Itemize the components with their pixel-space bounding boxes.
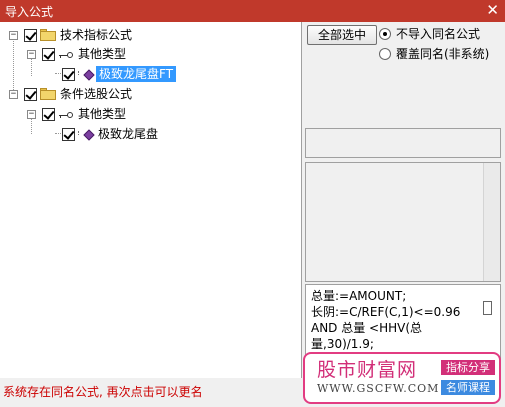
code-line: 量,30)/1.9;	[311, 337, 374, 351]
folder-icon	[40, 29, 56, 41]
description-box	[305, 128, 501, 158]
status-message: 系统存在同名公式, 再次点击可以更名	[3, 385, 203, 399]
code-line: 长阴:=C/REF(C,1)<=0.96	[311, 305, 461, 319]
tree-node-label: 技术指标公式	[60, 28, 133, 42]
formula-gem-icon	[83, 129, 95, 141]
title-bar: 导入公式 ✕	[0, 0, 505, 22]
radio-selected-icon[interactable]	[379, 28, 391, 40]
watermark-title: 股市财富网	[317, 359, 418, 381]
tree-node-technical-indicators[interactable]: − 技术指标公式	[0, 27, 300, 45]
select-all-button[interactable]: 全部选中	[307, 25, 377, 45]
radio-icon[interactable]	[379, 48, 391, 60]
tree-checkbox[interactable]	[62, 68, 75, 81]
collapse-icon[interactable]: −	[9, 90, 18, 99]
watermark-tag: 名师课程	[441, 380, 495, 395]
tree-node-formula[interactable]: 极致龙尾盘FT	[0, 66, 300, 84]
tree-node-label-selected: 极致龙尾盘FT	[96, 66, 177, 82]
key-icon	[59, 111, 73, 119]
tree-node-label: 其他类型	[78, 47, 127, 61]
code-line: 总量:=AMOUNT;	[311, 289, 407, 303]
tree-checkbox[interactable]	[42, 48, 55, 61]
tree-node-label: 其他类型	[78, 107, 127, 121]
radio-label: 覆盖同名(非系统)	[396, 47, 490, 61]
tree-node-formula[interactable]: 极致龙尾盘	[0, 126, 300, 144]
parameter-panel	[305, 162, 501, 282]
watermark-tag: 指标分享	[441, 360, 495, 375]
collapse-icon[interactable]: −	[9, 31, 18, 40]
tree-checkbox[interactable]	[62, 128, 75, 141]
collapse-icon[interactable]: −	[27, 50, 36, 59]
tree-node-other-types[interactable]: − 其他类型	[0, 106, 300, 124]
tree-checkbox[interactable]	[24, 29, 37, 42]
key-icon	[59, 51, 73, 59]
tree-checkbox[interactable]	[42, 108, 55, 121]
tree-node-other-types[interactable]: − 其他类型	[0, 46, 300, 64]
watermark-logo: 股市财富网 WWW.GSCFW.COM 指标分享 名师课程	[303, 352, 501, 404]
scrollbar-thumb[interactable]	[483, 301, 492, 315]
formula-tree[interactable]: − 技术指标公式 − 其他类型 极致龙尾盘FT − 条件选股公式 − 其他类型 …	[0, 22, 302, 378]
tree-node-stock-screening[interactable]: − 条件选股公式	[0, 86, 300, 104]
tree-node-label: 极致龙尾盘	[98, 127, 159, 141]
close-icon[interactable]: ✕	[486, 1, 499, 19]
tree-node-label: 条件选股公式	[60, 87, 133, 101]
window-title: 导入公式	[5, 5, 54, 19]
tree-checkbox[interactable]	[24, 88, 37, 101]
folder-icon	[40, 88, 56, 100]
radio-label: 不导入同名公式	[396, 27, 481, 41]
options-panel: 全部选中 不导入同名公式 覆盖同名(非系统) 总量:=AMOUNT; 长阴:=C…	[302, 22, 505, 378]
collapse-icon[interactable]: −	[27, 110, 36, 119]
watermark-url: WWW.GSCFW.COM	[317, 382, 440, 395]
formula-gem-icon	[83, 69, 95, 81]
code-line: AND 总量 <HHV(总	[311, 321, 423, 335]
scrollbar[interactable]	[483, 163, 500, 281]
